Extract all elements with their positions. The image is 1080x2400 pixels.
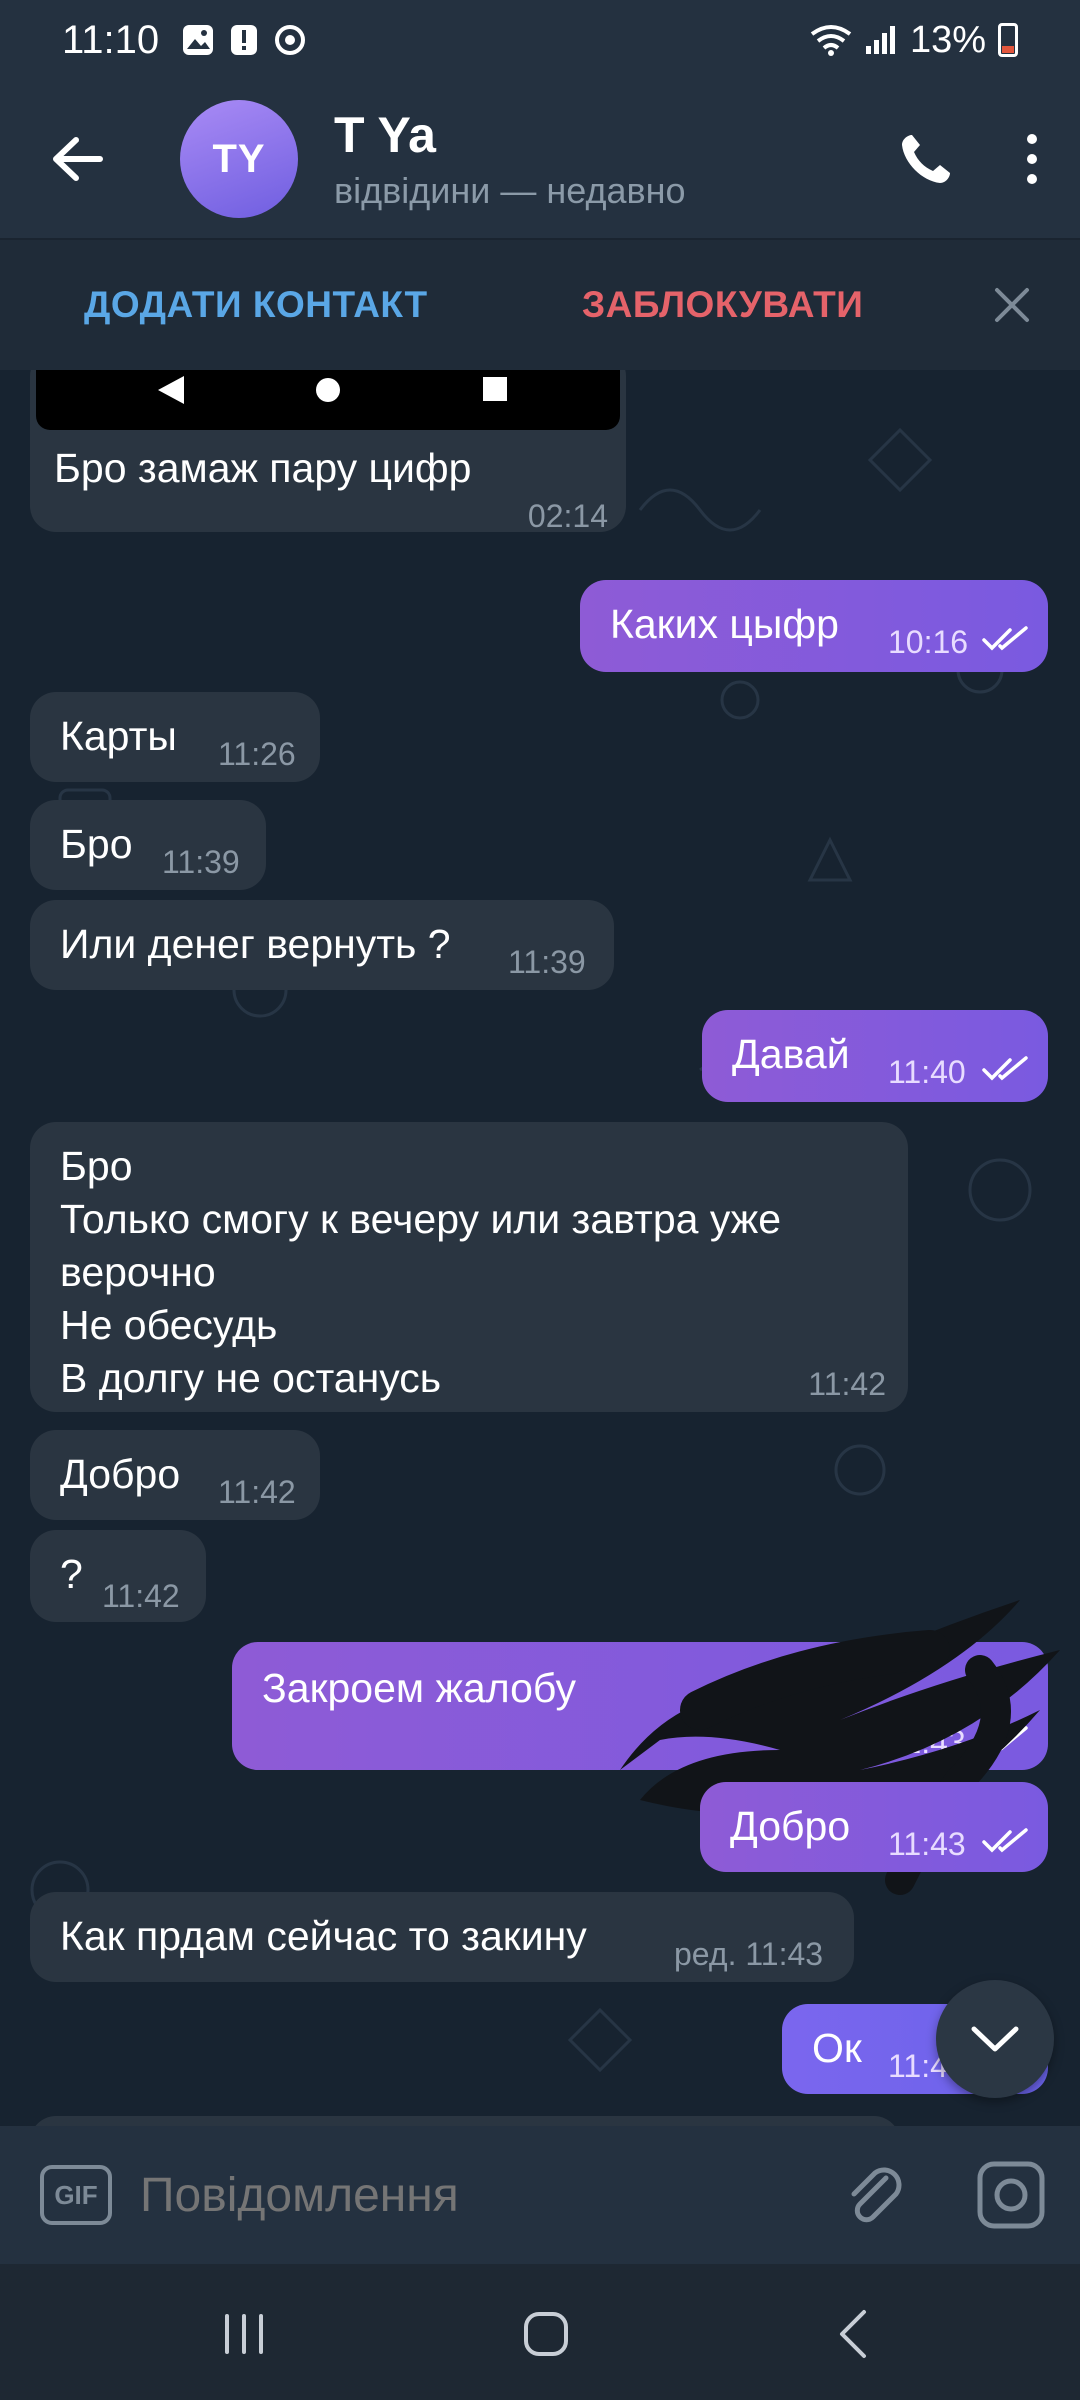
- media-thumbnail[interactable]: [36, 370, 620, 430]
- message-text: Карты: [60, 713, 177, 759]
- add-contact-button[interactable]: ДОДАТИ КОНТАКТ: [84, 284, 428, 326]
- message-text: Добро: [730, 1803, 851, 1849]
- message-text: Давай: [732, 1031, 850, 1077]
- status-bar: 11:10 13%: [0, 0, 1080, 80]
- close-action-bar-button[interactable]: [982, 275, 1042, 335]
- message-text: ?: [60, 1551, 83, 1597]
- more-vert-icon[interactable]: [1024, 133, 1040, 185]
- message-bubble-incoming[interactable]: ? 11:42: [30, 1530, 206, 1622]
- read-receipt-icon: [982, 626, 1028, 651]
- nav-recent-icon: [483, 377, 507, 401]
- home-icon: [524, 2312, 568, 2356]
- message-text: Как прдам сейчас то закину: [60, 1913, 587, 1959]
- system-nav-bar: [0, 2264, 1080, 2400]
- status-right: 13%: [810, 19, 1018, 62]
- message-time: 02:14: [527, 498, 608, 534]
- header-actions: [898, 131, 1040, 187]
- contact-name: T Ya: [334, 107, 436, 163]
- message-text: Закроем жалобу: [262, 1665, 576, 1711]
- message-input[interactable]: [140, 2167, 700, 2223]
- message-time: 11:40: [888, 1054, 966, 1090]
- contact-action-bar: ДОДАТИ КОНТАКТ ЗАБЛОКУВАТИ: [0, 238, 1080, 370]
- message-bubble-incoming[interactable]: Карты 11:26: [30, 692, 320, 782]
- gallery-icon: [183, 25, 214, 55]
- message-time: 11:42: [218, 1474, 296, 1510]
- read-receipt-icon: [982, 1828, 1028, 1853]
- message-time: 11:26: [218, 736, 296, 772]
- message-bubble-incoming[interactable]: Или денег вернуть ? 11:39: [30, 900, 614, 990]
- chat-header: TY T Ya відвідини — недавно: [0, 80, 1080, 238]
- message-bubble-outgoing[interactable]: Давай 11:40: [702, 1010, 1048, 1102]
- message-bubble-incoming[interactable]: Как прдам сейчас то закину ред. 11:43: [30, 1892, 854, 1982]
- message-bubble-incoming[interactable]: Бро 11:39: [30, 800, 266, 890]
- message-edited-time: ред. 11:43: [674, 1936, 824, 1972]
- message-time: 10:16: [888, 624, 969, 660]
- message-time: 11:42: [102, 1578, 180, 1614]
- avatar[interactable]: TY: [180, 100, 298, 218]
- alert-icon: [231, 25, 258, 55]
- scroll-to-bottom-button[interactable]: [936, 1980, 1054, 2098]
- read-receipt-icon: [982, 1056, 1028, 1081]
- message-time: 11:39: [508, 944, 586, 980]
- block-button[interactable]: ЗАБЛОКУВАТИ: [582, 284, 863, 326]
- battery-percent: 13%: [909, 18, 986, 61]
- message-text: Бро Только смогу к вечеру или завтра уже…: [60, 1143, 782, 1401]
- notification-icons: [181, 23, 307, 57]
- recent-apps-icon: [225, 2314, 263, 2354]
- message-bubble-incoming[interactable]: Добро 11:42: [30, 1430, 320, 1520]
- sync-icon: [275, 25, 306, 55]
- contact-title[interactable]: T Ya відвідини — недавно: [334, 106, 686, 212]
- home-button[interactable]: [516, 2304, 576, 2364]
- nav-home-icon: [316, 378, 340, 402]
- close-icon: [995, 288, 1029, 322]
- status-time: 11:10: [62, 17, 160, 62]
- nav-back-chevron-icon: [840, 2310, 866, 2358]
- attach-icon[interactable]: [842, 2162, 908, 2228]
- message-bubble-outgoing[interactable]: Каких цыфр 10:16: [580, 580, 1048, 672]
- message-bubble-incoming[interactable]: [30, 2116, 900, 2126]
- message-bubble-outgoing[interactable]: Добро 11:43: [700, 1782, 1048, 1872]
- gif-button[interactable]: GIF: [40, 2165, 112, 2225]
- message-text: Добро: [60, 1451, 181, 1497]
- recent-apps-button[interactable]: [214, 2304, 274, 2364]
- message-text: Каких цыфр: [610, 601, 839, 647]
- phone-icon[interactable]: [898, 131, 954, 187]
- message-text: Бро: [60, 821, 133, 867]
- message-text: Бро замаж пару цифр: [54, 445, 472, 491]
- message-text: Или денег вернуть ?: [60, 921, 451, 967]
- back-button[interactable]: [38, 119, 118, 199]
- message-time: 11:39: [162, 844, 240, 880]
- nav-back-icon: [158, 376, 184, 404]
- message-text: Ок: [812, 2025, 862, 2071]
- battery-icon: [998, 23, 1018, 57]
- camera-icon[interactable]: [976, 2160, 1046, 2230]
- system-back-button[interactable]: [822, 2304, 882, 2364]
- wifi-icon: [810, 25, 852, 56]
- message-time: 11:42: [808, 1366, 886, 1402]
- message-composer: GIF: [0, 2126, 1080, 2264]
- message-bubble-incoming[interactable]: Бро замаж пару цифр 02:14: [30, 370, 626, 534]
- message-list[interactable]: Бро замаж пару цифр 02:14 Каких цыфр 10:…: [0, 370, 1080, 2126]
- chevron-down-icon: [971, 2026, 1019, 2052]
- back-arrow-icon: [53, 137, 103, 181]
- message-time: 11:43: [888, 1826, 966, 1862]
- last-seen-status: відвідини — недавно: [334, 170, 686, 211]
- message-bubble-incoming[interactable]: Бро Только смогу к вечеру или завтра уже…: [30, 1122, 908, 1412]
- signal-icon: [865, 26, 895, 54]
